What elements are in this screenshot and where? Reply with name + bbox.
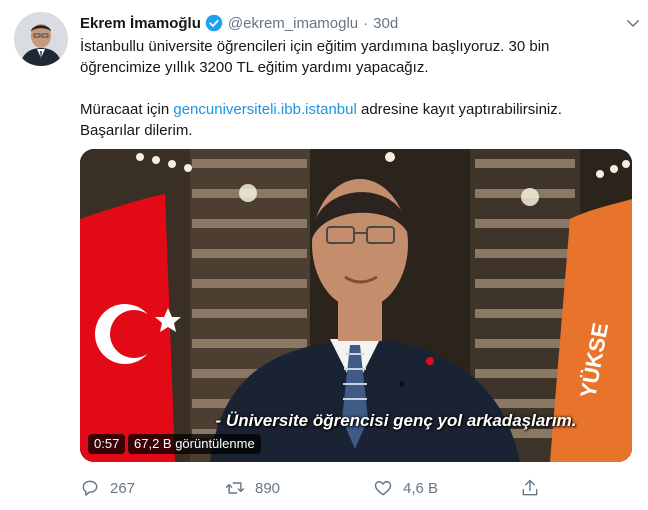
tweet-text-line: Başarılar dilerim. xyxy=(80,122,193,139)
registration-link[interactable]: gencuniversiteli.ibb.istanbul xyxy=(173,101,356,118)
author-handle[interactable]: @ekrem_imamoglu xyxy=(228,15,358,32)
tweet-text-line: İstanbullu üniversite öğrencileri için e… xyxy=(80,38,550,55)
tweet-actions: 267 890 4,6 B xyxy=(80,478,550,502)
avatar-image xyxy=(14,12,68,66)
like-count: 4,6 B xyxy=(403,479,439,497)
avatar[interactable] xyxy=(14,12,68,66)
chevron-down-icon[interactable] xyxy=(624,14,642,32)
share-icon xyxy=(522,479,538,496)
retweet-button[interactable]: 890 xyxy=(225,478,280,498)
tweet-text-line: öğrencimize yıllık 3200 TL eğitim yardım… xyxy=(80,59,429,76)
verified-badge-icon xyxy=(205,14,223,32)
share-button[interactable] xyxy=(520,478,550,498)
separator-dot: · xyxy=(363,14,369,32)
video-view-count: 67,2 B görüntülenme xyxy=(128,434,261,454)
reply-button[interactable]: 267 xyxy=(80,478,135,498)
like-button[interactable]: 4,6 B xyxy=(373,478,438,498)
tweet-text: İstanbullu üniversite öğrencileri için e… xyxy=(80,36,630,141)
retweet-icon xyxy=(225,482,245,494)
video-subtitle: - Üniversite öğrencisi genç yol arkadaşl… xyxy=(215,411,577,430)
retweet-count: 890 xyxy=(255,479,281,497)
video-player[interactable]: YÜKSE - Üniversite öğrencisi genç yol ar… xyxy=(80,149,632,462)
text-prefix: Müracaat için xyxy=(80,101,170,118)
tweet-timestamp[interactable]: 30d xyxy=(373,15,398,32)
reply-icon xyxy=(82,480,98,496)
text-suffix: adresine kayıt yaptırabilirsiniz. xyxy=(361,101,562,118)
like-icon xyxy=(374,481,392,496)
tweet-header: Ekrem İmamoğlu @ekrem_imamoglu · 30d xyxy=(80,12,634,34)
tweet-text-line: Müracaat için gencuniversiteli.ibb.istan… xyxy=(80,99,630,120)
reply-count: 267 xyxy=(110,479,136,497)
author-name[interactable]: Ekrem İmamoğlu xyxy=(80,15,201,32)
video-duration: 0:57 xyxy=(88,434,126,454)
